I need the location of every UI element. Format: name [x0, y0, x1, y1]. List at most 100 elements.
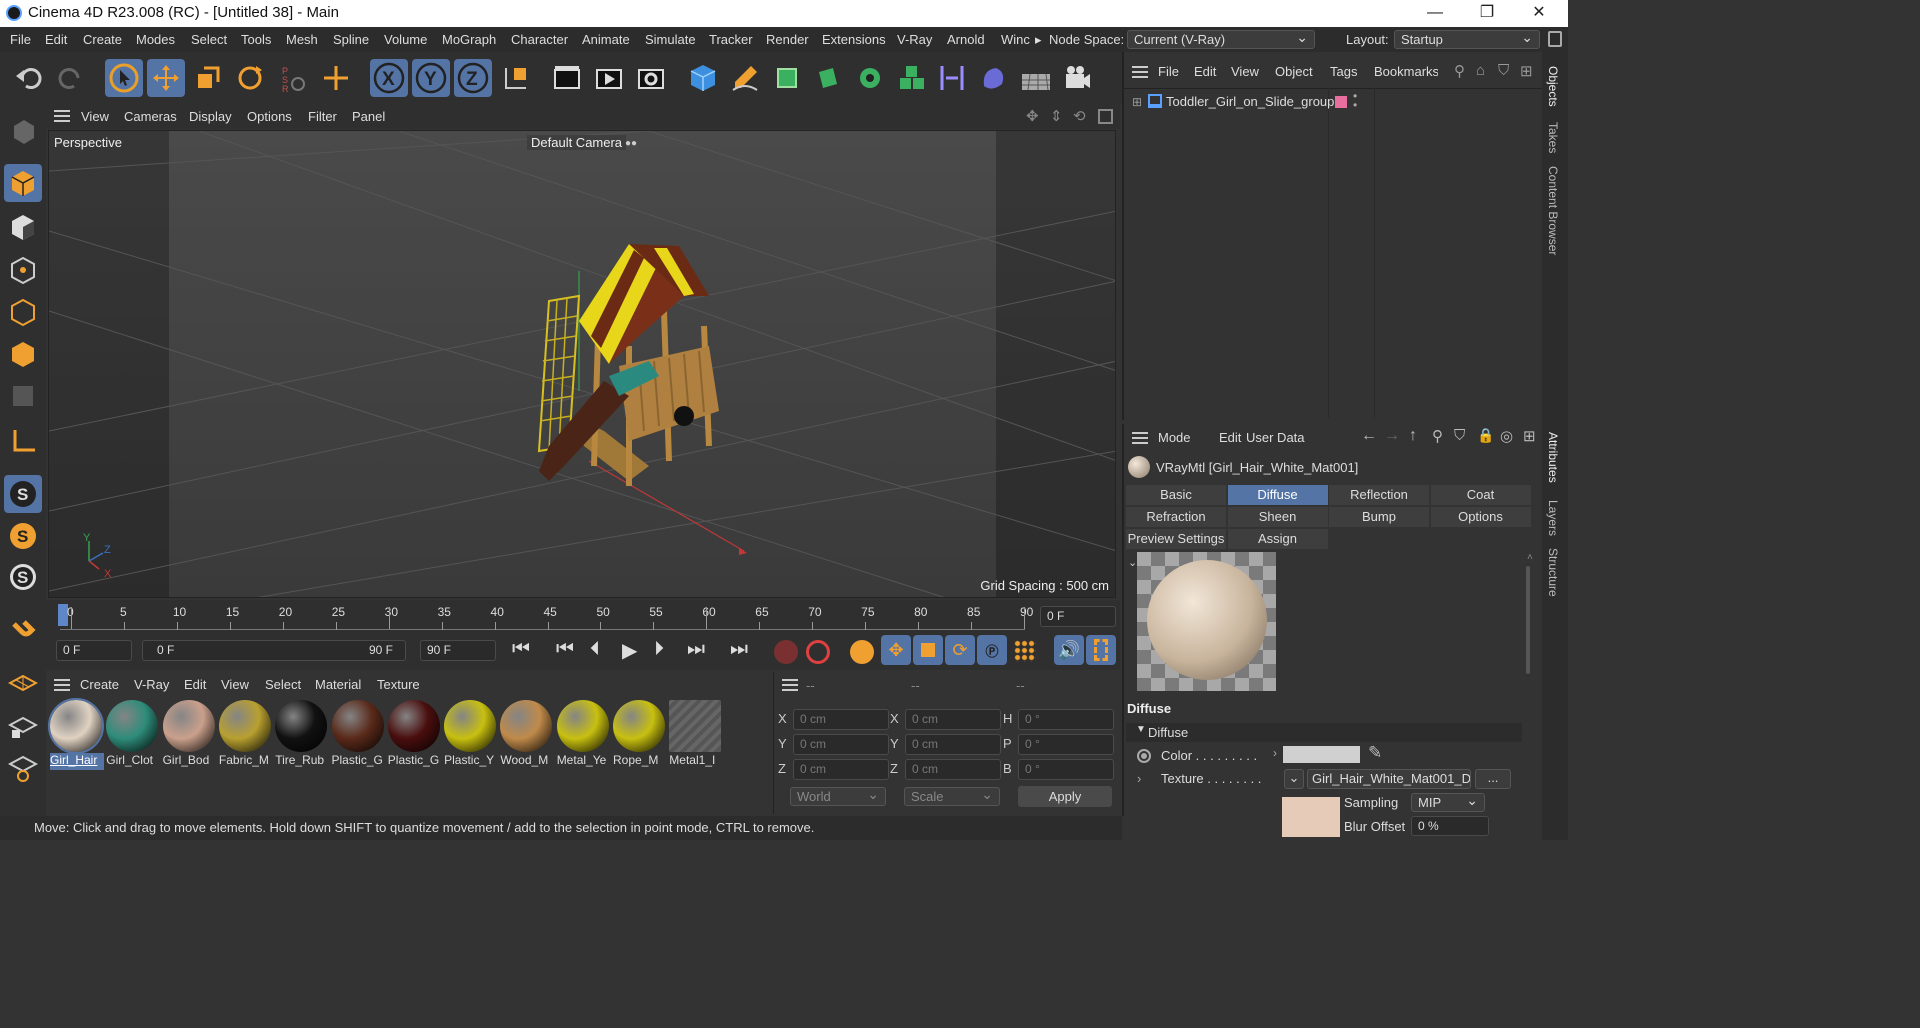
material-menu-select[interactable]: Select	[265, 677, 301, 692]
material-name[interactable]: Fabric_M	[219, 753, 273, 770]
magnet-icon[interactable]	[4, 612, 42, 650]
color-animate-icon[interactable]	[1137, 749, 1151, 763]
menu-spline[interactable]: Spline	[333, 32, 369, 47]
timeline-film-icon[interactable]	[1086, 635, 1116, 665]
polygon-mode-icon[interactable]	[4, 335, 42, 373]
attr-menu-edit[interactable]: Edit	[1219, 430, 1241, 445]
menu-mograph[interactable]: MoGraph	[442, 32, 496, 47]
color-swatch[interactable]	[1283, 746, 1360, 763]
key-position-icon[interactable]: ✥	[881, 635, 911, 665]
texture-name-field[interactable]: Girl_Hair_White_Mat001_Dif	[1307, 769, 1471, 789]
menu-edit[interactable]: Edit	[45, 32, 67, 47]
menu-character[interactable]: Character	[511, 32, 568, 47]
attr-menu-mode[interactable]: Mode	[1158, 430, 1191, 445]
menu-select[interactable]: Select	[191, 32, 227, 47]
menu-tools[interactable]: Tools	[241, 32, 271, 47]
object-name[interactable]: Toddler_Girl_on_Slide_group	[1166, 94, 1334, 109]
material-name[interactable]: Girl_Clot	[106, 753, 160, 770]
tab-structure[interactable]: Structure	[1546, 548, 1560, 597]
layout-lock-icon[interactable]	[1548, 31, 1562, 47]
object-menu-tags[interactable]: Tags	[1330, 64, 1357, 79]
material-name[interactable]: Metal1_I	[669, 753, 723, 770]
tab-takes[interactable]: Takes	[1546, 122, 1560, 153]
attr-tab-basic[interactable]: Basic	[1126, 485, 1226, 505]
undo-icon[interactable]	[10, 59, 48, 97]
attr-scrollbar[interactable]	[1526, 566, 1530, 674]
symmetry-icon[interactable]	[933, 59, 971, 97]
viewport-menu-options[interactable]: Options	[247, 109, 292, 124]
menu-modes[interactable]: Modes	[136, 32, 175, 47]
render-view-icon[interactable]	[590, 59, 628, 97]
object-home-icon[interactable]: ⌂	[1476, 62, 1485, 79]
viewport-menu-cameras[interactable]: Cameras	[124, 109, 177, 124]
render-region-icon[interactable]	[548, 59, 586, 97]
next-key-icon[interactable]: ⏭	[687, 638, 705, 661]
model-mode-icon[interactable]	[4, 164, 42, 202]
start-frame-field[interactable]: 0 F	[56, 640, 132, 661]
attr-tab-bump[interactable]: Bump	[1329, 507, 1429, 527]
attr-new-icon[interactable]: ⊞	[1523, 427, 1536, 445]
object-hamburger-icon[interactable]	[1132, 66, 1148, 78]
uv-mode-icon[interactable]	[4, 377, 42, 415]
target-icon[interactable]: ◎	[1500, 427, 1513, 445]
key-parameter-icon[interactable]: Ⓟ	[977, 635, 1007, 665]
prev-frame-icon[interactable]: ⏴	[590, 638, 600, 661]
minimize-button[interactable]: —	[1412, 0, 1458, 27]
up-arrow-icon[interactable]: ↑	[1409, 427, 1417, 445]
tab-attributes[interactable]: Attributes	[1546, 432, 1560, 483]
coords-type-dropdown[interactable]: Scale	[904, 786, 1000, 806]
current-frame-field[interactable]: 0 F	[1040, 606, 1116, 627]
subdivision-icon[interactable]	[768, 59, 806, 97]
move-icon[interactable]	[147, 59, 185, 97]
expand-icon[interactable]: ⊞	[1132, 95, 1142, 109]
viewport-menu-view[interactable]: View	[81, 109, 109, 124]
render-settings-icon[interactable]	[632, 59, 670, 97]
frame-range-slider[interactable]: 0 F 90 F	[142, 640, 406, 661]
goto-end-icon[interactable]: ⏭	[730, 638, 748, 661]
material-name[interactable]: Rope_M	[613, 753, 667, 770]
object-menu-bookmarks[interactable]: Bookmarks	[1374, 64, 1438, 79]
menu-tracker[interactable]: Tracker	[709, 32, 753, 47]
material-swatch[interactable]	[500, 700, 553, 752]
coord-value-field[interactable]: 0 cm	[793, 709, 889, 730]
menu-window[interactable]: Winc	[1001, 32, 1030, 47]
coord-value-field[interactable]: 0 cm	[905, 734, 1001, 755]
material-name[interactable]: Girl_Hair	[50, 753, 104, 770]
coords-hamburger-icon[interactable]	[782, 679, 798, 691]
key-scale-icon[interactable]	[913, 635, 943, 665]
world-coord-icon[interactable]	[497, 59, 535, 97]
viewport-move-icon[interactable]: ✥	[1026, 107, 1039, 125]
object-menu-edit[interactable]: Edit	[1194, 64, 1216, 79]
material-swatch[interactable]	[218, 700, 271, 752]
apply-button[interactable]: Apply	[1018, 786, 1112, 807]
attr-menu-userdata[interactable]: User Data	[1246, 430, 1305, 445]
timeline-ruler[interactable]	[60, 606, 1025, 630]
material-menu-vray[interactable]: V-Ray	[134, 677, 169, 692]
viewport-dolly-icon[interactable]: ⇕	[1050, 107, 1063, 125]
coord-value-field[interactable]: 0 cm	[793, 759, 889, 780]
material-name[interactable]: Girl_Bod	[163, 753, 217, 770]
psr-icon[interactable]: PSR	[273, 59, 311, 97]
redo-icon[interactable]	[52, 59, 90, 97]
coord-value-field[interactable]: 0 cm	[905, 759, 1001, 780]
attr-tab-coat[interactable]: Coat	[1430, 485, 1531, 505]
point-mode-icon[interactable]	[4, 251, 42, 289]
material-name[interactable]: Wood_M	[500, 753, 554, 770]
sampling-dropdown[interactable]: MIP	[1411, 792, 1485, 812]
material-name[interactable]: Metal_Ye	[557, 753, 611, 770]
object-menu-view[interactable]: View	[1231, 64, 1259, 79]
object-new-view-icon[interactable]: ⊞	[1520, 62, 1533, 80]
visibility-dots-icon[interactable]: • •	[1353, 90, 1357, 111]
color-expand-icon[interactable]: ›	[1273, 746, 1277, 760]
snap-s-icon-1[interactable]: S	[4, 475, 42, 513]
rotate-icon[interactable]	[231, 59, 269, 97]
auto-key-icon[interactable]	[806, 640, 830, 664]
back-arrow-icon[interactable]: ←	[1361, 427, 1377, 445]
viewport-menu-display[interactable]: Display	[189, 109, 232, 124]
tab-layers[interactable]: Layers	[1546, 500, 1560, 536]
edge-mode-icon[interactable]	[4, 293, 42, 331]
layer-color-tag[interactable]	[1335, 96, 1347, 108]
extrude-icon[interactable]	[808, 59, 846, 97]
close-button[interactable]: ✕	[1516, 0, 1562, 27]
texture-more-button[interactable]: ...	[1475, 769, 1511, 789]
